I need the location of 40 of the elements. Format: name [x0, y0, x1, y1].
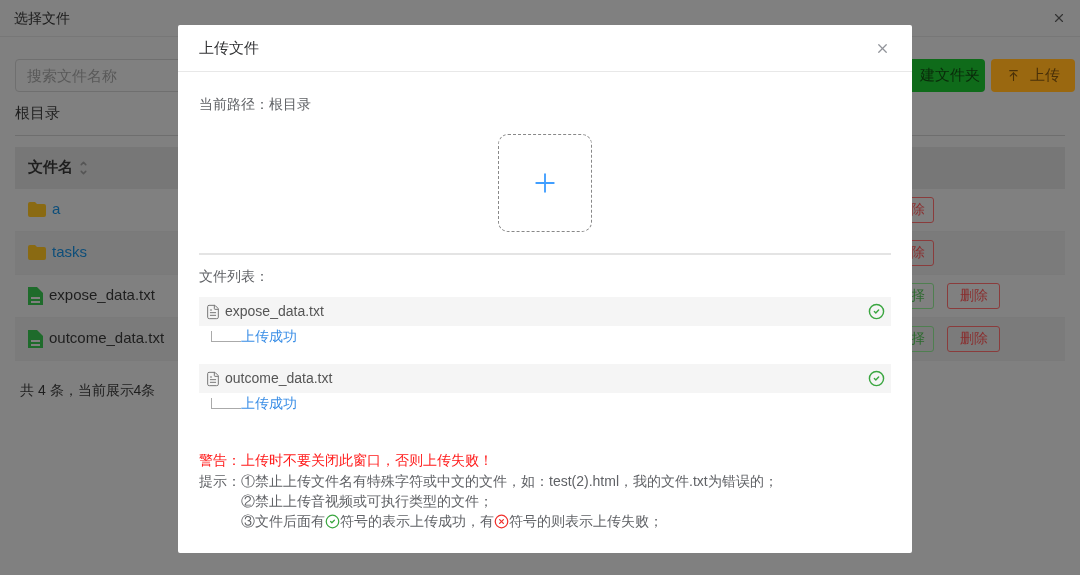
file-name: outcome_data.txt — [225, 369, 333, 388]
tree-connector — [211, 331, 241, 342]
folder-icon — [28, 202, 46, 217]
file-name[interactable]: tasks — [52, 241, 87, 264]
check-circle-icon — [325, 513, 340, 529]
file-icon — [28, 286, 43, 305]
upload-drop-zone[interactable] — [498, 134, 592, 232]
file-list-label: 文件列表： — [199, 267, 269, 286]
upload-icon — [1006, 69, 1020, 82]
upload-status: 上传成功 — [241, 327, 297, 346]
close-icon[interactable] — [1052, 11, 1066, 25]
delete-button[interactable]: 删除 — [947, 282, 1000, 309]
folder-icon — [28, 245, 46, 260]
tip-text: ③文件后面有 — [241, 512, 325, 531]
document-icon — [205, 370, 221, 387]
check-circle-icon — [868, 303, 885, 320]
tip-text: 符号的表示上传成功，有 — [340, 512, 494, 531]
document-icon — [205, 303, 221, 320]
upload-status: 上传成功 — [241, 394, 297, 413]
warning-text: 警告：上传时不要关闭此窗口，否则上传失败！ — [199, 451, 493, 470]
file-name[interactable]: outcome_data.txt — [49, 327, 165, 350]
table-footer: 共 4 条，当前展示4条 — [20, 379, 156, 401]
delete-button[interactable]: 删除 — [947, 325, 1000, 352]
breadcrumb: 根目录 — [15, 103, 60, 123]
check-circle-icon — [868, 370, 885, 387]
x-circle-icon — [494, 513, 509, 529]
column-header[interactable]: 文件名 — [28, 156, 73, 179]
tip-text: 符号的则表示上传失败； — [509, 512, 663, 531]
tree-connector — [211, 398, 241, 409]
file-name[interactable]: expose_data.txt — [49, 284, 155, 307]
file-name[interactable]: a — [52, 198, 61, 221]
upload-button[interactable]: 上传 — [991, 59, 1075, 92]
tip-text: ②禁止上传音视频或可执行类型的文件； — [241, 492, 493, 511]
current-path: 当前路径：根目录 — [199, 95, 311, 114]
dialog-title: 上传文件 — [199, 37, 259, 58]
tip-text: ①禁止上传文件名有特殊字符或中文的文件，如：test(2).html，我的文件.txt为错误的； — [241, 472, 778, 491]
tips-label: 提示： — [199, 472, 241, 491]
file-name: expose_data.txt — [225, 302, 324, 321]
window-title: 选择文件 — [14, 8, 70, 28]
file-icon — [28, 329, 43, 348]
